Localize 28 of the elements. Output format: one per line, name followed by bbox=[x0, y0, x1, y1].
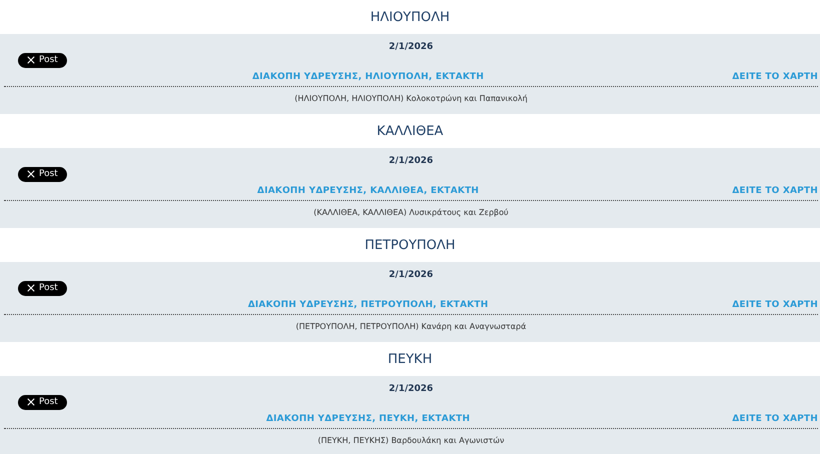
area-heading: ΗΛΙΟΥΠΟΛΗ bbox=[370, 10, 450, 24]
post-button[interactable]: Post bbox=[18, 280, 67, 296]
map-link[interactable]: ΔΕΙΤΕ ΤΟ ΧΑΡΤΗ bbox=[732, 72, 818, 82]
x-logo-icon bbox=[27, 398, 35, 406]
notice-title-link[interactable]: ΔΙΑΚΟΠΗ ΥΔΡΕΥΣΗΣ, ΠΕΤΡΟΥΠΟΛΗ, ΕΚΤΑΚΤΗ bbox=[248, 300, 488, 310]
x-logo-icon bbox=[27, 170, 35, 178]
notice-title-link[interactable]: ΔΙΑΚΟΠΗ ΥΔΡΕΥΣΗΣ, ΠΕΥΚΗ, ΕΚΤΑΚΤΗ bbox=[266, 414, 470, 424]
area-heading: ΠΕΥΚΗ bbox=[388, 352, 432, 366]
map-link[interactable]: ΔΕΙΤΕ ΤΟ ΧΑΡΤΗ bbox=[732, 414, 818, 424]
notice-title-link[interactable]: ΔΙΑΚΟΠΗ ΥΔΡΕΥΣΗΣ, ΚΑΛΛΙΘΕΑ, ΕΚΤΑΚΤΗ bbox=[257, 186, 479, 196]
area-heading: ΠΕΤΡΟΥΠΟΛΗ bbox=[364, 238, 456, 252]
area-heading: ΚΑΛΛΙΘΕΑ bbox=[376, 124, 444, 138]
x-logo-icon bbox=[27, 56, 35, 64]
notice-date: 2/1/2026 bbox=[388, 42, 434, 52]
notice-address: (ΚΑΛΛΙΘΕΑ, ΚΑΛΛΙΘΕΑ) Λυσικράτους και Ζερβού bbox=[314, 208, 508, 216]
notice-date: 2/1/2026 bbox=[388, 384, 434, 394]
map-link[interactable]: ΔΕΙΤΕ ΤΟ ΧΑΡΤΗ bbox=[732, 186, 818, 196]
post-button[interactable]: Post bbox=[18, 166, 67, 182]
map-link[interactable]: ΔΕΙΤΕ ΤΟ ΧΑΡΤΗ bbox=[732, 300, 818, 310]
notice-date: 2/1/2026 bbox=[388, 270, 434, 280]
notice-address: (ΠΕΤΡΟΥΠΟΛΗ, ΠΕΤΡΟΥΠΟΛΗ) Κανάρη και Αναγνωσταρά bbox=[296, 322, 526, 330]
post-button[interactable]: Post bbox=[18, 394, 67, 410]
notice-title-link[interactable]: ΔΙΑΚΟΠΗ ΥΔΡΕΥΣΗΣ, ΗΛΙΟΥΠΟΛΗ, ΕΚΤΑΚΤΗ bbox=[252, 72, 484, 82]
post-button[interactable]: Post bbox=[18, 52, 67, 68]
notice-date: 2/1/2026 bbox=[388, 156, 434, 166]
notice-address: (ΠΕΥΚΗ, ΠΕΥΚΗΣ) Βαρδουλάκη και Αγωνιστών bbox=[318, 436, 504, 444]
notice-address: (ΗΛΙΟΥΠΟΛΗ, ΗΛΙΟΥΠΟΛΗ) Κολοκοτρώνη και Παπανικολή bbox=[294, 94, 528, 102]
x-logo-icon bbox=[27, 284, 35, 292]
